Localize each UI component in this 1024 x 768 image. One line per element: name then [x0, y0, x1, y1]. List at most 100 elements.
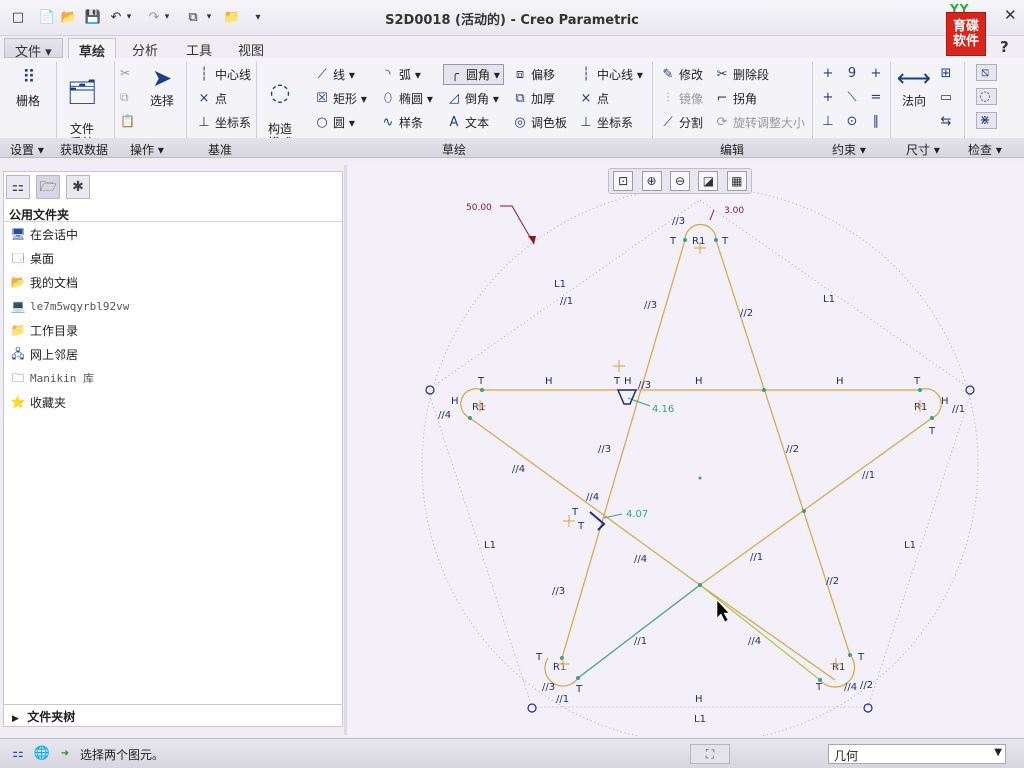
group-get-data[interactable]: 获取数据: [60, 141, 108, 158]
folder-tree-toggle[interactable]: ▶ 文件夹树: [4, 704, 342, 724]
grid-button[interactable]: ⠿ 栅格: [10, 62, 46, 108]
sketch-point[interactable]: [468, 416, 472, 420]
sketch-point[interactable]: [698, 583, 702, 587]
constraint-h[interactable]: H: [451, 396, 459, 407]
constraint-symmetric-icon[interactable]: ⊙: [844, 114, 863, 129]
thicken-button[interactable]: ⧉ 加厚: [512, 90, 555, 107]
folder-item-favorites[interactable]: ⭐ 收藏夹: [10, 392, 67, 412]
sketch-point[interactable]: [930, 416, 934, 420]
zoom-in-icon[interactable]: ⊕: [641, 171, 662, 191]
sketch-point[interactable]: [698, 476, 702, 480]
constraint-r1[interactable]: R1: [472, 402, 485, 413]
constraint-horizontal-icon[interactable]: +: [820, 90, 839, 105]
constraint-parallel[interactable]: //1: [634, 636, 647, 647]
refit-icon[interactable]: ⊡: [613, 171, 634, 191]
constraint-perpendicular-icon[interactable]: ⊥: [820, 114, 839, 129]
constraint-t[interactable]: T: [928, 426, 936, 437]
constraint-parallel[interactable]: //2: [860, 680, 873, 691]
constraint-t[interactable]: T: [815, 682, 823, 693]
constraint-t[interactable]: T: [721, 236, 729, 247]
constraint-parallel[interactable]: //3: [638, 380, 651, 391]
constraint-r1[interactable]: R1: [914, 402, 927, 413]
dimension-radius-top[interactable]: 3.00: [724, 206, 744, 216]
construction-circle[interactable]: [421, 186, 979, 744]
browser-toggle-icon[interactable]: 🌐: [32, 744, 52, 764]
constraint-equal-icon[interactable]: =: [868, 90, 887, 105]
rectangle-button[interactable]: ☒ 矩形 ▾: [314, 90, 367, 107]
fillet-button[interactable]: ╭ 圆角 ▾: [443, 64, 504, 85]
constraint-parallel[interactable]: //4: [438, 410, 451, 421]
constraint-tangent-icon[interactable]: 9: [844, 66, 863, 81]
constraint-parallel[interactable]: //3: [644, 300, 657, 311]
sketch-point[interactable]: [714, 238, 718, 242]
constraint-vertical-icon[interactable]: +: [820, 66, 839, 81]
circle-button[interactable]: ○ 圆 ▾: [314, 114, 355, 131]
dimension-left-lower[interactable]: 4.07: [626, 509, 648, 520]
folder-item-in-session[interactable]: 🖥 在会话中: [10, 224, 78, 244]
constraint-h[interactable]: H: [941, 396, 949, 407]
group-dimension[interactable]: 尺寸 ▾: [906, 141, 940, 158]
notch-shape[interactable]: [616, 389, 638, 405]
constraint-h[interactable]: H: [624, 376, 632, 387]
tab-tools[interactable]: 工具: [176, 38, 222, 59]
highlight-open-ends-icon[interactable]: ◌: [976, 88, 997, 105]
constraint-t[interactable]: T: [857, 652, 865, 663]
tab-file[interactable]: 文件 ▾: [4, 38, 63, 60]
modify-button[interactable]: ✎ 修改: [660, 66, 703, 83]
ellipse-button[interactable]: ⬯ 椭圆 ▾: [380, 90, 433, 107]
perimeter-dimension-icon[interactable]: ⊞: [938, 66, 957, 81]
constraint-t[interactable]: T: [613, 376, 621, 387]
constraint-parallel[interactable]: //2: [786, 444, 799, 455]
normal-dimension-button[interactable]: ⟷ 法向: [896, 62, 932, 108]
sketch-point[interactable]: [480, 388, 484, 392]
paste-icon[interactable]: 📋: [120, 114, 135, 128]
tab-analysis[interactable]: 分析: [122, 38, 168, 59]
graphics-canvas[interactable]: 50.00 3.00 4.16 4.07 H H H H H H T T T T…: [348, 162, 1024, 744]
star-line[interactable]: [469, 417, 701, 586]
corner-button[interactable]: ⌐ 拐角: [714, 90, 757, 107]
construction-pentagon[interactable]: [427, 199, 973, 708]
sketch-drawing[interactable]: 50.00 3.00 4.16 4.07 H H H H H H T T T T…: [348, 162, 1024, 744]
constraint-parallel[interactable]: //1: [862, 470, 875, 481]
star-line[interactable]: [699, 584, 836, 681]
datum-centerline-button[interactable]: ┆ 中心线: [196, 66, 251, 83]
constraint-t[interactable]: T: [575, 684, 583, 695]
spline-button[interactable]: ∿ 样条: [380, 114, 423, 131]
constraint-parallel[interactable]: //1: [750, 552, 763, 563]
folder-item-documents[interactable]: 📂 我的文档: [10, 272, 79, 292]
group-operations[interactable]: 操作 ▾: [130, 141, 164, 158]
sketch-point[interactable]: [848, 653, 852, 657]
delete-segment-button[interactable]: ✂ 删除段: [714, 66, 769, 83]
sketch-point-button[interactable]: × 点: [578, 90, 609, 107]
constraint-l1[interactable]: L1: [694, 714, 706, 725]
favorites-tab-icon[interactable]: ✱: [66, 175, 90, 199]
constraint-h[interactable]: H: [695, 694, 703, 705]
zoom-out-icon[interactable]: ⊖: [669, 171, 690, 191]
constraint-l1[interactable]: L1: [554, 279, 566, 290]
cut-icon[interactable]: ✂: [120, 66, 130, 80]
datum-csys-button[interactable]: ⊥ 坐标系: [196, 114, 251, 131]
folder-item-network[interactable]: 🖧 网上邻居: [10, 344, 78, 364]
sketch-point[interactable]: [762, 388, 766, 392]
sketch-point[interactable]: [576, 676, 580, 680]
constraint-parallel[interactable]: //4: [512, 464, 525, 475]
chamfer-button[interactable]: ◿ 倒角 ▾: [446, 90, 499, 107]
constraint-parallel[interactable]: //3: [542, 682, 555, 693]
constraint-parallel-icon[interactable]: ∥: [868, 114, 887, 129]
rotate-resize-button[interactable]: ⟳ 旋转调整大小: [714, 114, 805, 131]
sketch-display-icon[interactable]: ▦: [726, 171, 747, 191]
dimension-left-upper[interactable]: 4.16: [652, 404, 674, 415]
constraint-h[interactable]: H: [836, 376, 844, 387]
constraint-t[interactable]: T: [577, 521, 585, 532]
folder-item-computer[interactable]: 💻 le7m5wqyrbl92vw: [10, 296, 130, 316]
constraint-parallel[interactable]: //2: [740, 308, 753, 319]
copy-icon[interactable]: ⧉: [120, 90, 129, 105]
constraint-parallel[interactable]: //1: [952, 404, 965, 415]
constraint-parallel[interactable]: //3: [552, 586, 565, 597]
sketch-point[interactable]: [802, 509, 806, 513]
constraint-parallel[interactable]: //4: [844, 682, 857, 693]
reference-dimension-icon[interactable]: ▭: [938, 90, 957, 105]
repaint-icon[interactable]: ◪: [698, 171, 719, 191]
sketch-point[interactable]: [918, 388, 922, 392]
selected-line[interactable]: [577, 584, 701, 679]
